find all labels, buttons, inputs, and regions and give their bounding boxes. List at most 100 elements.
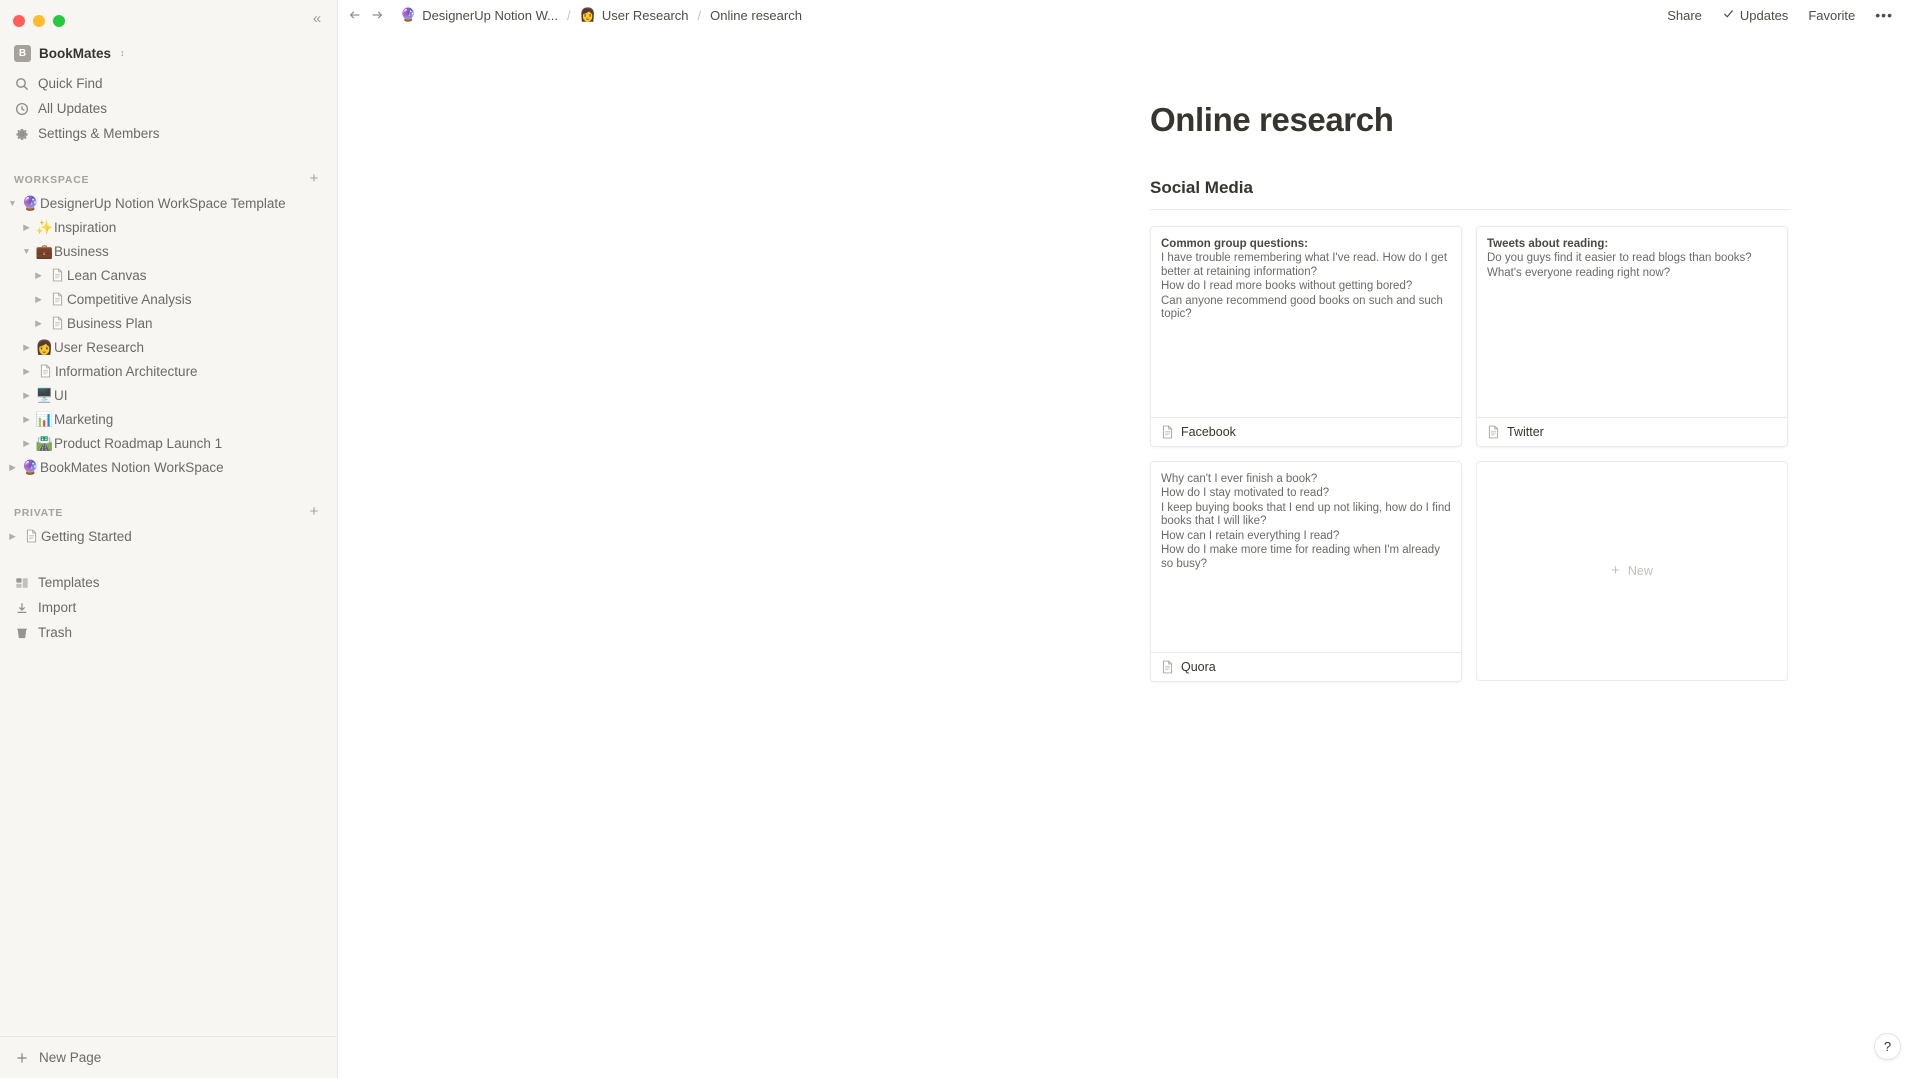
new-card-inner: + New <box>1611 563 1653 578</box>
sidebar-page-product-roadmap-launch-1[interactable]: ▶ 🛣️ Product Roadmap Launch 1 <box>0 431 337 455</box>
card-preview-line: How do I read more books without getting… <box>1161 280 1413 293</box>
help-button[interactable]: ? <box>1874 1033 1901 1060</box>
sidebar-page-business[interactable]: ▼ 💼 Business <box>0 239 337 263</box>
collapse-sidebar-icon[interactable]: « <box>304 6 330 30</box>
breadcrumb-label: User Research <box>601 7 689 23</box>
tree-item-label: User Research <box>54 339 145 355</box>
tree-item-label: Business <box>54 243 109 259</box>
sidebar-page-ui[interactable]: ▶ 🖥️ UI <box>0 383 337 407</box>
sidebar-item-trash[interactable]: Trash <box>0 620 337 645</box>
breadcrumb-item-workspace[interactable]: 🔮 DesignerUp Notion W... <box>395 5 563 25</box>
gallery-card-twitter[interactable]: Tweets about reading: Do you guys find it… <box>1476 225 1788 447</box>
sidebar-page-inspiration[interactable]: ▶ ✨ Inspiration <box>0 215 337 239</box>
card-footer: Twitter <box>1477 416 1787 446</box>
card-preview-line: Do you guys find it easier to read blogs… <box>1487 252 1752 265</box>
sidebar-page-getting-started[interactable]: ▶ Getting Started <box>0 524 337 548</box>
chevron-updown-icon: ↕ <box>120 48 125 58</box>
section-title: WORKSPACE <box>14 174 90 186</box>
gallery-view: Common group questions: I have trouble re… <box>1150 225 1790 682</box>
sidebar-item-settings-members[interactable]: Settings & Members <box>0 121 337 146</box>
document-icon <box>47 292 67 306</box>
new-card-label: New <box>1627 563 1653 578</box>
minimize-window-button[interactable] <box>33 14 45 27</box>
back-button[interactable] <box>344 4 366 26</box>
workspace-switcher[interactable]: B BookMates ↕ <box>0 39 337 67</box>
card-preview-line: How can I retain everything I read? <box>1161 529 1340 542</box>
more-options-button[interactable]: ••• <box>1867 4 1901 26</box>
document-icon <box>21 529 41 543</box>
close-window-button[interactable] <box>13 14 25 27</box>
chevron-right-icon[interactable]: ▶ <box>4 531 21 542</box>
tree-item-label: Lean Canvas <box>67 267 147 283</box>
chevron-right-icon[interactable]: ▶ <box>18 414 35 425</box>
workspace-name: BookMates <box>39 45 112 61</box>
trash-icon <box>14 625 29 640</box>
tree-item-label: Inspiration <box>54 219 117 235</box>
tree-item-label: BookMates Notion WorkSpace <box>40 459 224 475</box>
card-preview-line: Tweets about reading: <box>1487 237 1609 250</box>
chevron-down-icon[interactable]: ▼ <box>18 246 35 256</box>
forward-button[interactable] <box>366 4 388 26</box>
plus-icon <box>14 1050 29 1065</box>
chevron-down-icon[interactable]: ▼ <box>4 198 21 208</box>
document-icon <box>1487 425 1500 439</box>
new-page-label: New Page <box>39 1050 102 1065</box>
card-preview-line: I keep buying books that I end up not li… <box>1161 501 1451 528</box>
sidebar-page-lean-canvas[interactable]: ▶ Lean Canvas <box>0 263 337 287</box>
sidebar-page-competitive-analysis[interactable]: ▶ Competitive Analysis <box>0 287 337 311</box>
gallery-card-quora[interactable]: Why can't I ever finish a book? How do I … <box>1150 460 1462 682</box>
add-page-icon[interactable]: + <box>305 171 323 189</box>
sidebar-item-all-updates[interactable]: All Updates <box>0 96 337 121</box>
new-page-button[interactable]: New Page <box>0 1036 337 1078</box>
add-page-icon[interactable]: + <box>305 504 323 522</box>
favorite-button[interactable]: Favorite <box>1800 5 1863 26</box>
sidebar-page-user-research[interactable]: ▶ 👩 User Research <box>0 335 337 359</box>
chevron-right-icon[interactable]: ▶ <box>18 438 35 449</box>
sidebar-item-label: Templates <box>38 575 100 590</box>
clock-icon <box>14 101 29 116</box>
sidebar-footer-nav: Templates Import Trash <box>0 570 337 651</box>
sidebar-page-designerup-notion-workspace-template[interactable]: ▼ 🔮 DesignerUp Notion WorkSpace Template <box>0 191 337 215</box>
chevron-right-icon[interactable]: ▶ <box>4 462 21 473</box>
tree-item-label: DesignerUp Notion WorkSpace Template <box>40 195 286 211</box>
updates-label: Updates <box>1739 7 1789 23</box>
document-icon <box>1161 425 1174 439</box>
updates-button[interactable]: Updates <box>1714 4 1796 26</box>
gallery-card-facebook[interactable]: Common group questions: I have trouble re… <box>1150 225 1462 447</box>
sidebar-page-business-plan[interactable]: ▶ Business Plan <box>0 311 337 335</box>
import-icon <box>14 600 29 615</box>
private-section-header: PRIVATE + <box>0 502 337 524</box>
card-preview-line: Can anyone recommend good books on such … <box>1161 294 1443 321</box>
sidebar-page-bookmates-notion-workspace[interactable]: ▶ 🔮 BookMates Notion WorkSpace <box>0 455 337 479</box>
sidebar-page-marketing[interactable]: ▶ 📊 Marketing <box>0 407 337 431</box>
sidebar-item-import[interactable]: Import <box>0 595 337 620</box>
chevron-right-icon[interactable]: ▶ <box>18 390 35 401</box>
chevron-right-icon[interactable]: ▶ <box>30 270 47 281</box>
chevron-right-icon[interactable]: ▶ <box>18 366 35 377</box>
section-heading-social-media[interactable]: Social Media <box>1150 178 1790 210</box>
maximize-window-button[interactable] <box>53 14 65 27</box>
chevron-right-icon[interactable]: ▶ <box>30 318 47 329</box>
card-title: Twitter <box>1507 424 1544 439</box>
topbar: 🔮 DesignerUp Notion W... / 👩 User Resear… <box>338 0 1919 30</box>
page-title[interactable]: Online research <box>1150 100 1790 140</box>
window-traffic-lights <box>0 0 337 30</box>
new-card-button[interactable]: + New <box>1476 460 1788 681</box>
chevron-right-icon[interactable]: ▶ <box>18 222 35 233</box>
tree-item-label: Marketing <box>54 411 114 427</box>
card-preview: Tweets about reading: Do you guys find it… <box>1477 226 1787 417</box>
sidebar-item-quick-find[interactable]: Quick Find <box>0 71 337 96</box>
document-icon <box>47 316 67 330</box>
chevron-right-icon[interactable]: ▶ <box>18 342 35 353</box>
sidebar-item-templates[interactable]: Templates <box>0 570 337 595</box>
breadcrumb-item-current[interactable]: Online research <box>705 6 807 25</box>
workspace-section-header: WORKSPACE + <box>0 169 337 191</box>
page-content: Online research Social Media Common grou… <box>338 30 1919 1078</box>
chevron-right-icon[interactable]: ▶ <box>30 294 47 305</box>
plus-icon: + <box>1611 562 1620 580</box>
breadcrumb-item-user-research[interactable]: 👩 User Research <box>575 5 694 25</box>
breadcrumb-label: DesignerUp Notion W... <box>422 7 559 23</box>
sidebar-page-information-architecture[interactable]: ▶ Information Architecture <box>0 359 337 383</box>
share-button[interactable]: Share <box>1659 5 1710 26</box>
